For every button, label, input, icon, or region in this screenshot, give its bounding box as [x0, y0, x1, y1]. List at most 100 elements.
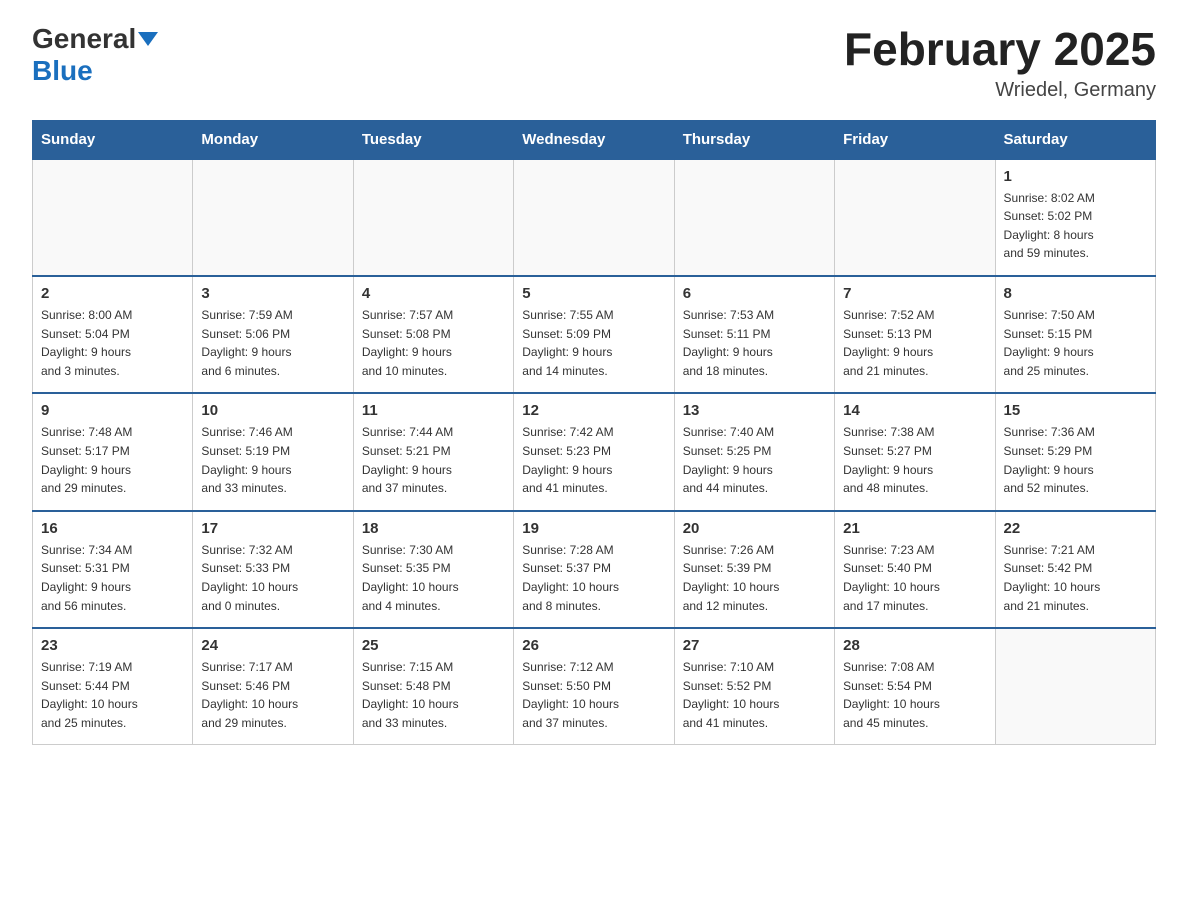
day-number: 26	[522, 637, 665, 654]
day-info: Sunrise: 7:42 AM Sunset: 5:23 PM Dayligh…	[522, 423, 665, 497]
day-number: 4	[362, 285, 505, 302]
day-number: 21	[843, 520, 986, 537]
day-number: 10	[201, 402, 344, 419]
weekday-header-wednesday: Wednesday	[514, 120, 674, 159]
day-info: Sunrise: 7:28 AM Sunset: 5:37 PM Dayligh…	[522, 541, 665, 615]
weekday-header-friday: Friday	[835, 120, 995, 159]
calendar-week-row: 9 Sunrise: 7:48 AM Sunset: 5:17 PM Daylig…	[33, 393, 1156, 510]
weekday-header-saturday: Saturday	[995, 120, 1155, 159]
weekday-header-monday: Monday	[193, 120, 353, 159]
calendar-cell: 25 Sunrise: 7:15 AM Sunset: 5:48 PM Dayli…	[353, 628, 513, 745]
page-header: General Blue February 2025 Wriedel, Germ…	[32, 24, 1156, 102]
calendar-cell: 22 Sunrise: 7:21 AM Sunset: 5:42 PM Dayli…	[995, 511, 1155, 628]
calendar-cell	[193, 159, 353, 276]
logo-general-text: General	[32, 24, 158, 55]
month-year-title: February 2025	[844, 24, 1156, 75]
calendar-cell: 1Sunrise: 8:02 AM Sunset: 5:02 PM Daylig…	[995, 159, 1155, 276]
day-info: Sunrise: 7:10 AM Sunset: 5:52 PM Dayligh…	[683, 658, 826, 732]
day-number: 24	[201, 637, 344, 654]
day-info: Sunrise: 7:59 AM Sunset: 5:06 PM Dayligh…	[201, 306, 344, 380]
day-info: Sunrise: 7:46 AM Sunset: 5:19 PM Dayligh…	[201, 423, 344, 497]
calendar-cell: 14Sunrise: 7:38 AM Sunset: 5:27 PM Dayli…	[835, 393, 995, 510]
day-number: 19	[522, 520, 665, 537]
logo-blue-text: Blue	[32, 55, 93, 87]
calendar-cell: 8 Sunrise: 7:50 AM Sunset: 5:15 PM Daylig…	[995, 276, 1155, 393]
weekday-header-tuesday: Tuesday	[353, 120, 513, 159]
day-info: Sunrise: 7:19 AM Sunset: 5:44 PM Dayligh…	[41, 658, 184, 732]
calendar-cell: 2Sunrise: 8:00 AM Sunset: 5:04 PM Daylig…	[33, 276, 193, 393]
day-info: Sunrise: 7:12 AM Sunset: 5:50 PM Dayligh…	[522, 658, 665, 732]
day-number: 14	[843, 402, 986, 419]
calendar-cell: 27 Sunrise: 7:10 AM Sunset: 5:52 PM Dayli…	[674, 628, 834, 745]
day-number: 2	[41, 285, 184, 302]
day-number: 27	[683, 637, 826, 654]
day-info: Sunrise: 7:44 AM Sunset: 5:21 PM Dayligh…	[362, 423, 505, 497]
day-number: 22	[1004, 520, 1147, 537]
calendar-cell: 3 Sunrise: 7:59 AM Sunset: 5:06 PM Daylig…	[193, 276, 353, 393]
logo-triangle-icon	[138, 32, 158, 46]
calendar-cell: 11Sunrise: 7:44 AM Sunset: 5:21 PM Dayli…	[353, 393, 513, 510]
calendar-cell: 20 Sunrise: 7:26 AM Sunset: 5:39 PM Dayli…	[674, 511, 834, 628]
day-number: 7	[843, 285, 986, 302]
weekday-header-thursday: Thursday	[674, 120, 834, 159]
calendar-cell	[353, 159, 513, 276]
day-number: 23	[41, 637, 184, 654]
day-info: Sunrise: 7:21 AM Sunset: 5:42 PM Dayligh…	[1004, 541, 1147, 615]
calendar-cell	[674, 159, 834, 276]
day-info: Sunrise: 7:36 AM Sunset: 5:29 PM Dayligh…	[1004, 423, 1147, 497]
day-number: 17	[201, 520, 344, 537]
calendar-cell	[514, 159, 674, 276]
weekday-header-sunday: Sunday	[33, 120, 193, 159]
calendar-cell: 16 Sunrise: 7:34 AM Sunset: 5:31 PM Dayli…	[33, 511, 193, 628]
calendar-cell: 12 Sunrise: 7:42 AM Sunset: 5:23 PM Dayli…	[514, 393, 674, 510]
day-number: 13	[683, 402, 826, 419]
day-info: Sunrise: 7:50 AM Sunset: 5:15 PM Dayligh…	[1004, 306, 1147, 380]
day-number: 9	[41, 402, 184, 419]
calendar-cell	[835, 159, 995, 276]
calendar-cell: 18Sunrise: 7:30 AM Sunset: 5:35 PM Dayli…	[353, 511, 513, 628]
logo: General Blue	[32, 24, 158, 87]
calendar-cell: 9 Sunrise: 7:48 AM Sunset: 5:17 PM Daylig…	[33, 393, 193, 510]
day-info: Sunrise: 7:17 AM Sunset: 5:46 PM Dayligh…	[201, 658, 344, 732]
day-info: Sunrise: 7:32 AM Sunset: 5:33 PM Dayligh…	[201, 541, 344, 615]
calendar-table: SundayMondayTuesdayWednesdayThursdayFrid…	[32, 120, 1156, 746]
day-info: Sunrise: 7:52 AM Sunset: 5:13 PM Dayligh…	[843, 306, 986, 380]
day-info: Sunrise: 7:57 AM Sunset: 5:08 PM Dayligh…	[362, 306, 505, 380]
day-number: 8	[1004, 285, 1147, 302]
calendar-cell	[995, 628, 1155, 745]
calendar-cell: 28Sunrise: 7:08 AM Sunset: 5:54 PM Dayli…	[835, 628, 995, 745]
calendar-week-row: 1Sunrise: 8:02 AM Sunset: 5:02 PM Daylig…	[33, 159, 1156, 276]
day-number: 28	[843, 637, 986, 654]
day-info: Sunrise: 7:55 AM Sunset: 5:09 PM Dayligh…	[522, 306, 665, 380]
calendar-cell: 6Sunrise: 7:53 AM Sunset: 5:11 PM Daylig…	[674, 276, 834, 393]
calendar-cell: 13 Sunrise: 7:40 AM Sunset: 5:25 PM Dayli…	[674, 393, 834, 510]
day-number: 5	[522, 285, 665, 302]
day-info: Sunrise: 7:34 AM Sunset: 5:31 PM Dayligh…	[41, 541, 184, 615]
day-number: 20	[683, 520, 826, 537]
calendar-cell: 19 Sunrise: 7:28 AM Sunset: 5:37 PM Dayli…	[514, 511, 674, 628]
location-label: Wriedel, Germany	[844, 79, 1156, 102]
day-info: Sunrise: 7:40 AM Sunset: 5:25 PM Dayligh…	[683, 423, 826, 497]
calendar-week-row: 16 Sunrise: 7:34 AM Sunset: 5:31 PM Dayli…	[33, 511, 1156, 628]
day-info: Sunrise: 7:30 AM Sunset: 5:35 PM Dayligh…	[362, 541, 505, 615]
calendar-header-row: SundayMondayTuesdayWednesdayThursdayFrid…	[33, 120, 1156, 159]
calendar-cell	[33, 159, 193, 276]
day-info: Sunrise: 7:26 AM Sunset: 5:39 PM Dayligh…	[683, 541, 826, 615]
day-number: 6	[683, 285, 826, 302]
day-number: 25	[362, 637, 505, 654]
day-info: Sunrise: 7:15 AM Sunset: 5:48 PM Dayligh…	[362, 658, 505, 732]
day-number: 3	[201, 285, 344, 302]
calendar-cell: 7 Sunrise: 7:52 AM Sunset: 5:13 PM Daylig…	[835, 276, 995, 393]
day-number: 16	[41, 520, 184, 537]
day-number: 12	[522, 402, 665, 419]
calendar-cell: 10 Sunrise: 7:46 AM Sunset: 5:19 PM Dayli…	[193, 393, 353, 510]
day-info: Sunrise: 7:48 AM Sunset: 5:17 PM Dayligh…	[41, 423, 184, 497]
day-info: Sunrise: 7:23 AM Sunset: 5:40 PM Dayligh…	[843, 541, 986, 615]
calendar-cell: 15Sunrise: 7:36 AM Sunset: 5:29 PM Dayli…	[995, 393, 1155, 510]
day-info: Sunrise: 8:02 AM Sunset: 5:02 PM Dayligh…	[1004, 189, 1147, 263]
calendar-cell: 17 Sunrise: 7:32 AM Sunset: 5:33 PM Dayli…	[193, 511, 353, 628]
calendar-cell: 26 Sunrise: 7:12 AM Sunset: 5:50 PM Dayli…	[514, 628, 674, 745]
calendar-cell: 23 Sunrise: 7:19 AM Sunset: 5:44 PM Dayli…	[33, 628, 193, 745]
title-section: February 2025 Wriedel, Germany	[844, 24, 1156, 102]
calendar-week-row: 2Sunrise: 8:00 AM Sunset: 5:04 PM Daylig…	[33, 276, 1156, 393]
